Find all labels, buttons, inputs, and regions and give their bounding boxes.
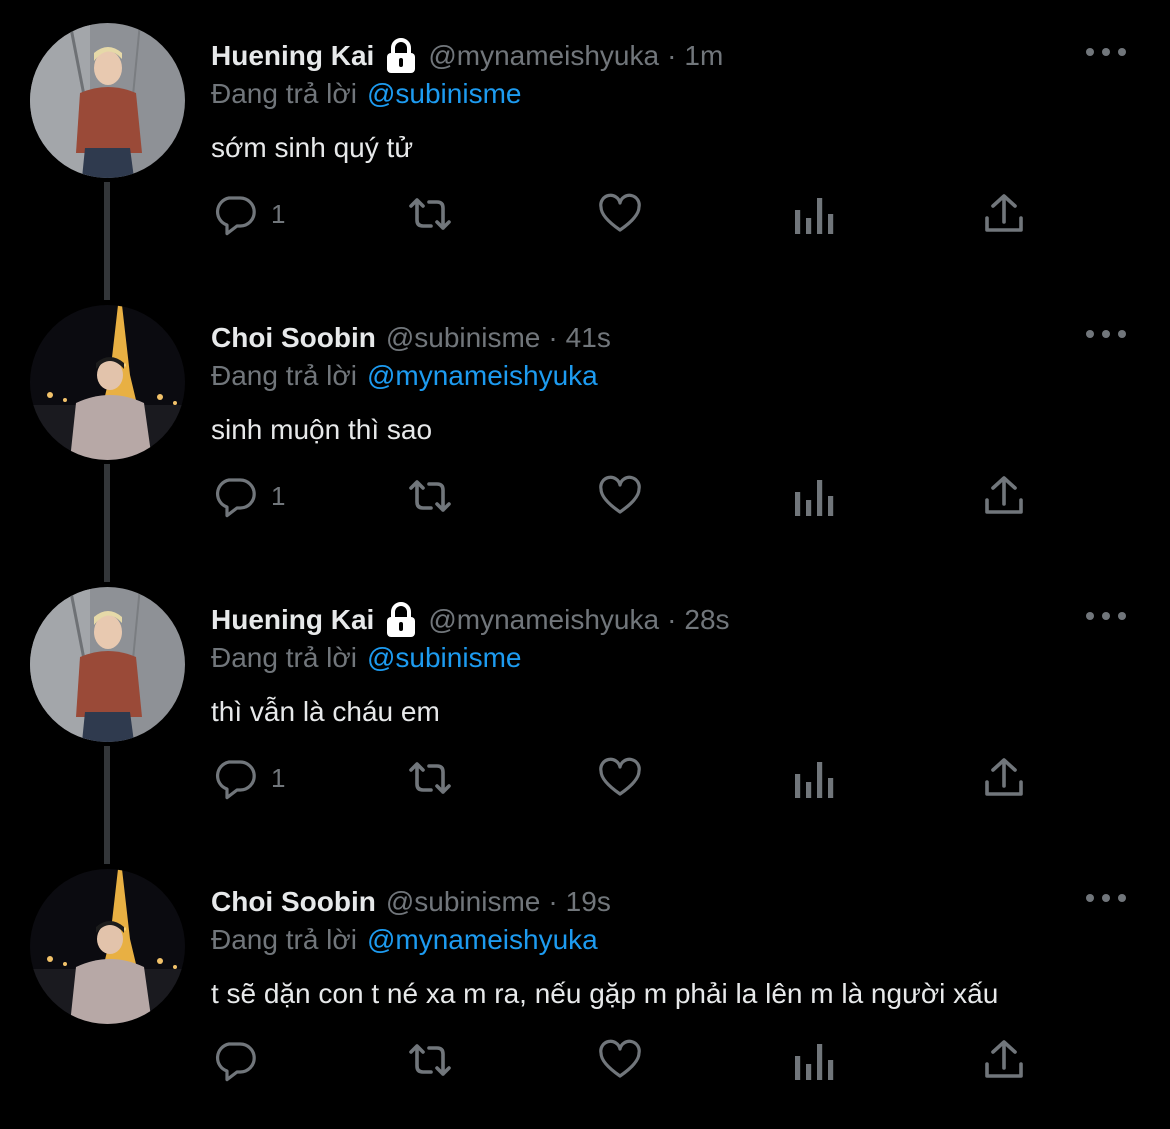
tweet-text: t sẽ dặn con t né xa m ra, nếu gặp m phả… [211,978,999,1009]
user-handle[interactable]: @mynameishyuka [428,40,659,72]
user-handle[interactable]: @subinisme [386,322,540,354]
reply-icon [211,754,259,802]
share-icon [981,472,1027,520]
share-button[interactable] [981,750,1027,806]
display-name[interactable]: Huening Kai [211,40,374,72]
retweet-icon [401,472,459,520]
retweet-button[interactable] [401,186,459,242]
tweet-actions: 1 [211,468,1041,524]
timestamp[interactable]: 28s [684,604,729,636]
reply-count: 1 [271,762,286,793]
lock-icon [384,38,418,74]
like-button[interactable] [596,186,644,242]
avatar-huening-kai[interactable] [30,23,185,178]
avatar-choi-soobin[interactable] [30,869,185,1024]
replying-to: Đang trả lời @mynameishyuka [211,924,598,956]
tweet-text: sinh muộn thì sao [211,414,433,445]
separator-dot: · [548,322,558,353]
replying-to: Đang trả lời @subinisme [211,642,521,674]
analytics-icon [791,1036,835,1084]
like-button[interactable] [596,468,644,524]
share-icon [981,190,1027,238]
more-horizontal-icon[interactable] [1086,38,1126,66]
separator-dot: · [548,886,558,917]
tweet-actions [211,1032,1041,1088]
timestamp[interactable]: 19s [566,886,611,918]
reply-button[interactable]: 1 [211,468,285,524]
heart-icon [596,472,644,520]
more-horizontal-icon[interactable] [1086,884,1126,912]
share-icon [981,1036,1027,1084]
retweet-icon [401,754,459,802]
analytics-icon [791,754,835,802]
tweet-header: Huening Kai @mynameishyuka · 28s [211,600,730,640]
mention-link[interactable]: @mynameishyuka [367,924,598,955]
tweet-text: sớm sinh quý tử [211,132,414,163]
reply-button[interactable] [211,1032,259,1088]
heart-icon [596,1036,644,1084]
like-button[interactable] [596,1032,644,1088]
user-handle[interactable]: @subinisme [386,886,540,918]
replying-to: Đang trả lời @mynameishyuka [211,360,598,392]
tweet[interactable]: Choi Soobin @subinisme · 41s Đang trả lờ… [0,282,1170,582]
analytics-icon [791,190,835,238]
share-button[interactable] [981,1032,1027,1088]
tweet-header: Huening Kai @mynameishyuka · 1m [211,36,723,76]
separator-dot: · [667,40,677,71]
retweet-button[interactable] [401,750,459,806]
retweet-button[interactable] [401,1032,459,1088]
retweet-icon [401,190,459,238]
analytics-icon [791,472,835,520]
retweet-icon [401,1036,459,1084]
mention-link[interactable]: @subinisme [367,642,521,673]
mention-link[interactable]: @mynameishyuka [367,360,598,391]
timestamp[interactable]: 1m [684,40,723,72]
mention-link[interactable]: @subinisme [367,78,521,109]
share-button[interactable] [981,468,1027,524]
share-button[interactable] [981,186,1027,242]
retweet-button[interactable] [401,468,459,524]
tweet[interactable]: Huening Kai @mynameishyuka · 28s Đang tr… [0,564,1170,864]
replying-to: Đang trả lời @subinisme [211,78,521,110]
lock-icon [384,602,418,638]
replying-label: Đang trả lời [211,360,357,391]
replying-label: Đang trả lời [211,924,357,955]
tweet-header: Choi Soobin @subinisme · 19s [211,882,611,922]
views-button[interactable] [791,186,835,242]
tweet[interactable]: Choi Soobin @subinisme · 19s Đang trả lờ… [0,846,1170,1128]
display-name[interactable]: Huening Kai [211,604,374,636]
tweet-actions: 1 [211,750,1041,806]
more-horizontal-icon[interactable] [1086,320,1126,348]
views-button[interactable] [791,468,835,524]
reply-button[interactable]: 1 [211,750,285,806]
reply-icon [211,190,259,238]
replying-label: Đang trả lời [211,642,357,673]
reply-button[interactable]: 1 [211,186,285,242]
display-name[interactable]: Choi Soobin [211,322,376,354]
reply-count: 1 [271,480,286,511]
share-icon [981,754,1027,802]
tweet-actions: 1 [211,186,1041,242]
heart-icon [596,754,644,802]
reply-icon [211,472,259,520]
views-button[interactable] [791,1032,835,1088]
tweet-header: Choi Soobin @subinisme · 41s [211,318,611,358]
more-horizontal-icon[interactable] [1086,602,1126,630]
user-handle[interactable]: @mynameishyuka [428,604,659,636]
avatar-choi-soobin[interactable] [30,305,185,460]
tweet-thread: Huening Kai @mynameishyuka · 1m Đang trả… [0,0,1170,1129]
timestamp[interactable]: 41s [566,322,611,354]
views-button[interactable] [791,750,835,806]
reply-icon [211,1036,259,1084]
reply-count: 1 [271,198,286,229]
replying-label: Đang trả lời [211,78,357,109]
heart-icon [596,190,644,238]
separator-dot: · [667,604,677,635]
tweet[interactable]: Huening Kai @mynameishyuka · 1m Đang trả… [0,0,1170,300]
avatar-huening-kai[interactable] [30,587,185,742]
tweet-text: thì vẫn là cháu em [211,696,440,727]
display-name[interactable]: Choi Soobin [211,886,376,918]
like-button[interactable] [596,750,644,806]
